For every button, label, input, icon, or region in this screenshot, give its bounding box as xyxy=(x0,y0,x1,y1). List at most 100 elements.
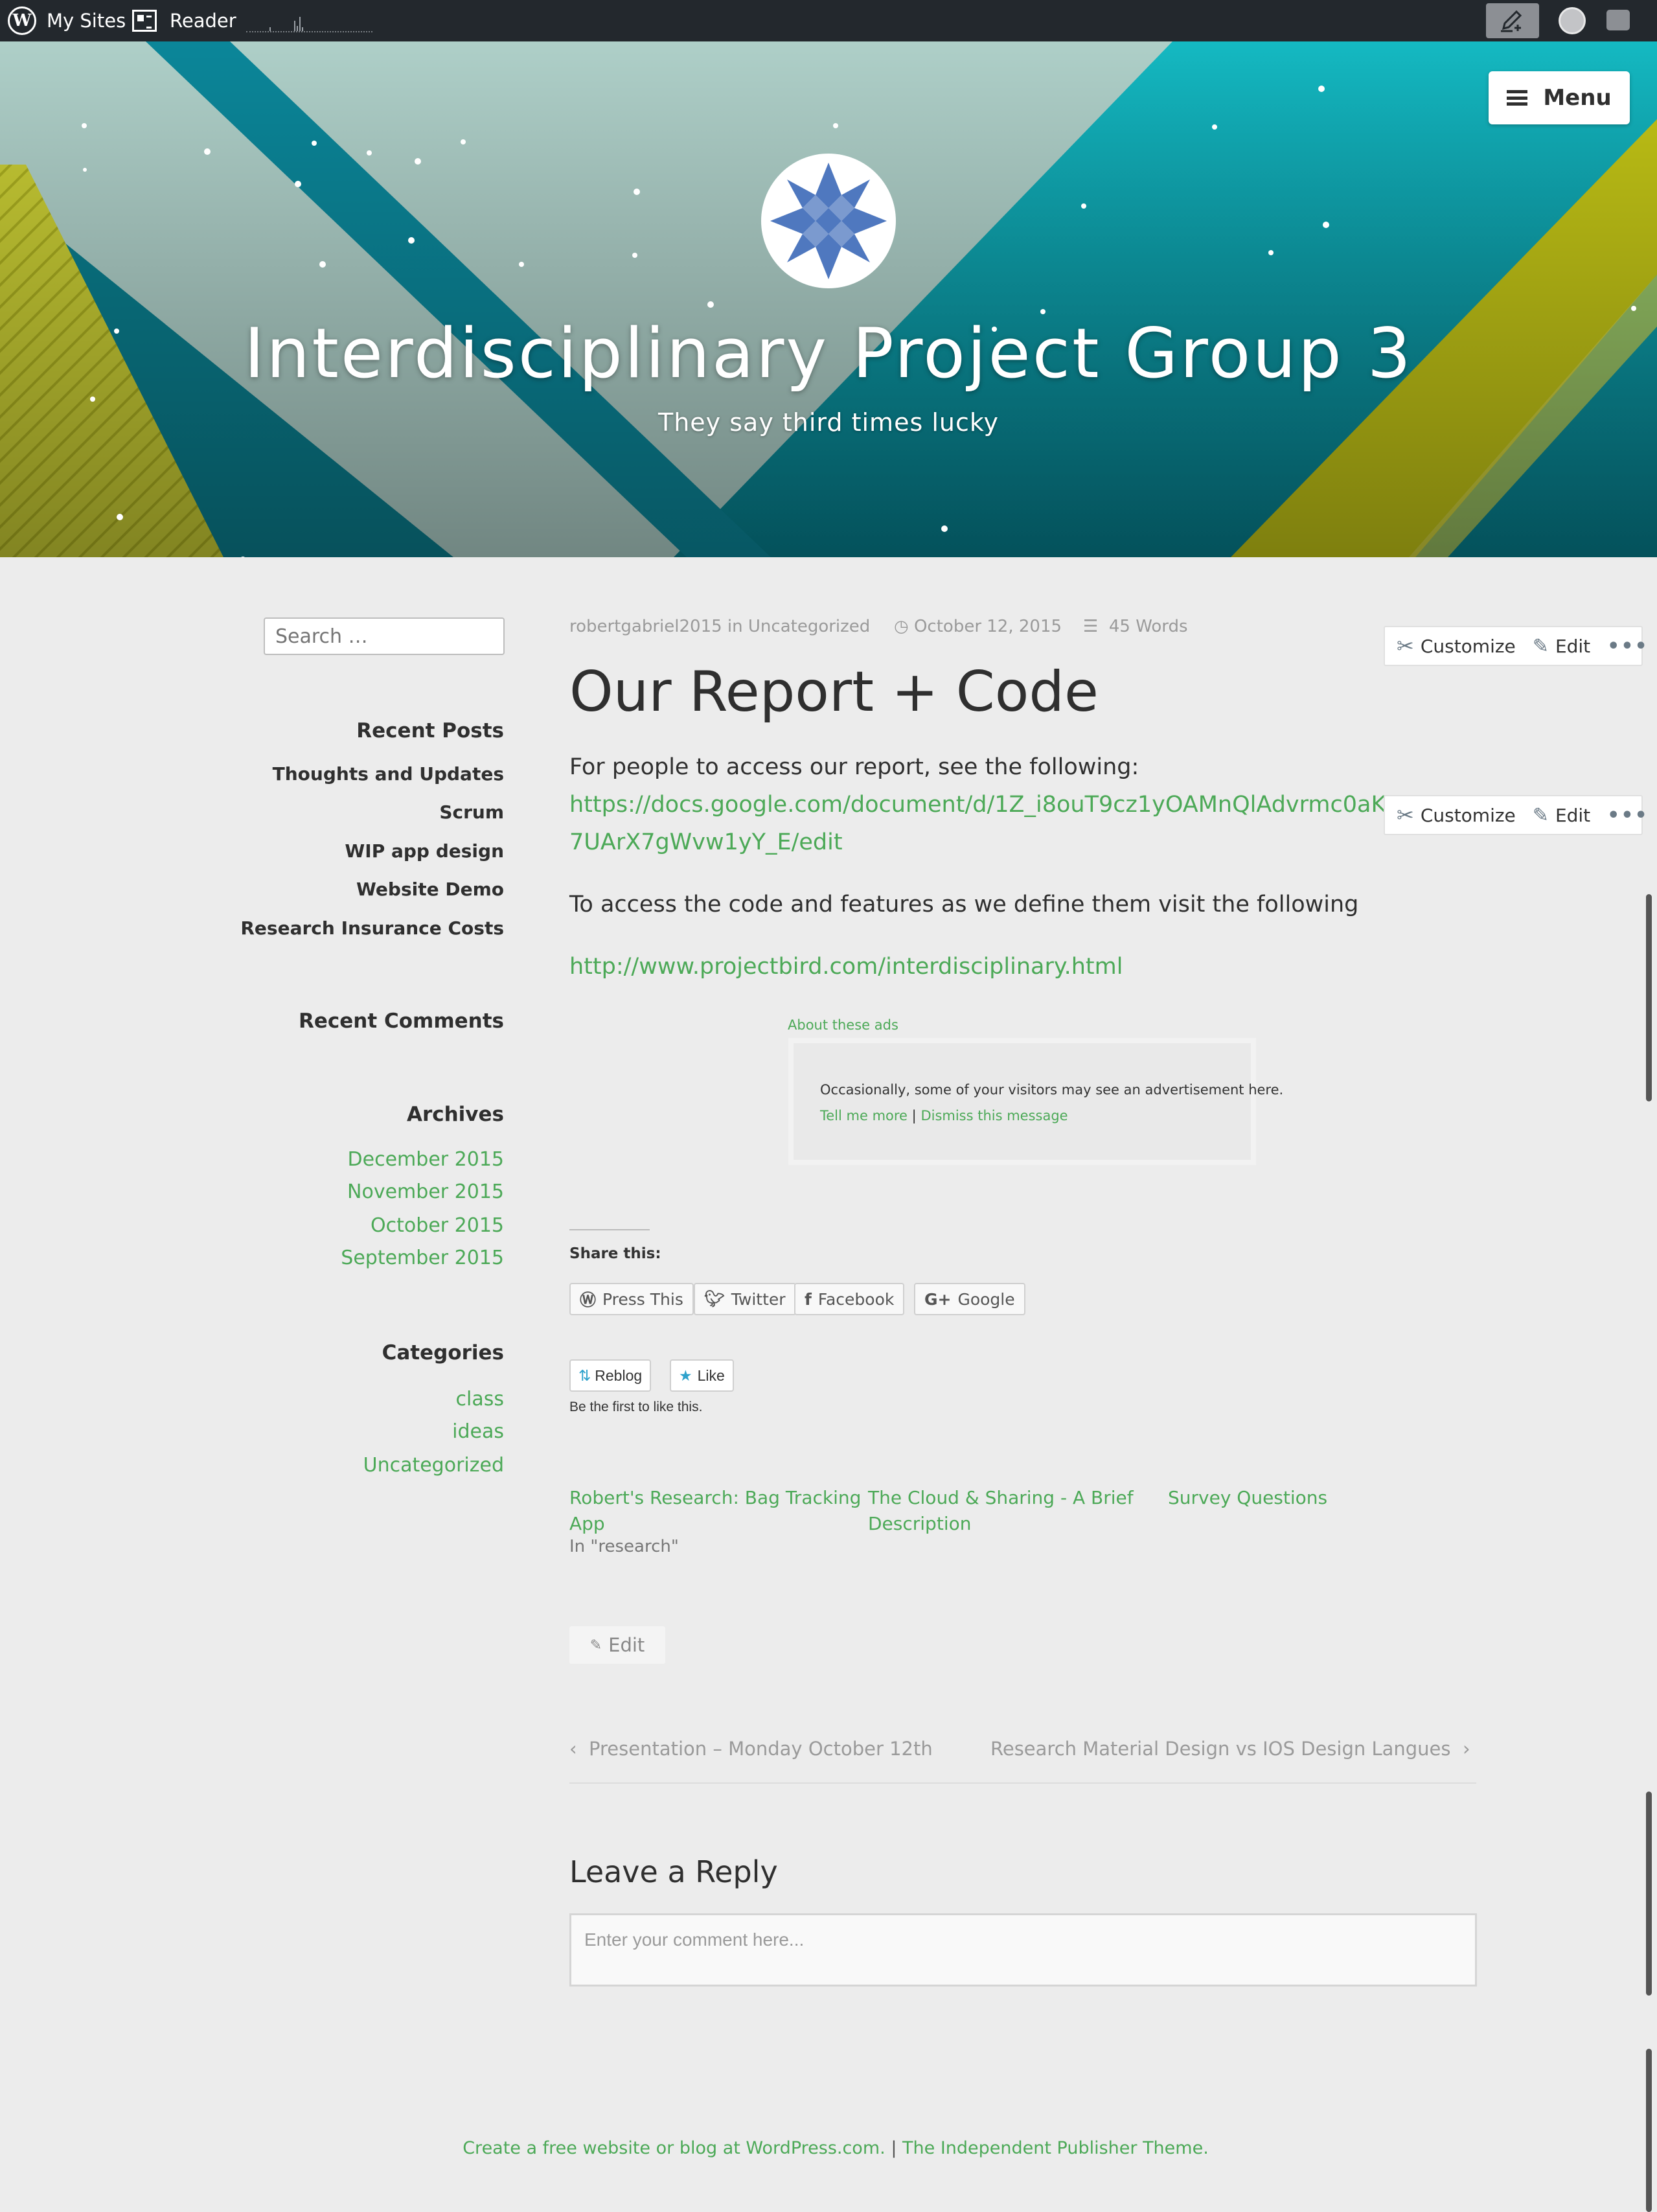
edit-button[interactable]: ✎ Edit xyxy=(1516,635,1590,658)
share-label: Twitter xyxy=(731,1289,786,1309)
scrollbar-thumb[interactable] xyxy=(1646,2049,1652,2212)
share-label: Press This xyxy=(602,1289,683,1309)
pencil-icon: ✎ xyxy=(589,1637,602,1653)
share-label: Facebook xyxy=(817,1289,895,1309)
about-ads-link[interactable]: About these ads xyxy=(788,1017,898,1033)
edit-button[interactable]: ✎ Edit xyxy=(1516,804,1590,827)
edit-label: Edit xyxy=(1555,635,1591,657)
sparkline-graph xyxy=(269,17,303,31)
write-post-button[interactable] xyxy=(1486,3,1539,38)
archive-link[interactable]: December 2015 xyxy=(348,1148,504,1171)
pencil-icon: ✎ xyxy=(1532,634,1549,658)
tell-me-more-link[interactable]: Tell me more xyxy=(820,1108,908,1123)
recent-posts-title: Recent Posts xyxy=(356,719,504,743)
customize-button[interactable]: ✂ Customize xyxy=(1385,634,1516,658)
category-link[interactable]: Uncategorized xyxy=(363,1454,504,1477)
post-paragraph: To access the code and features as we de… xyxy=(569,892,1359,917)
report-link[interactable]: https://docs.google.com/document/d/1Z_i8… xyxy=(569,792,1386,818)
customize-label: Customize xyxy=(1420,635,1516,657)
word-count-text: 45 Words xyxy=(1108,617,1188,636)
wordpress-com-link[interactable]: Create a free website or blog at WordPre… xyxy=(463,2138,886,2158)
share-twitter-button[interactable]: 🐦︎ Twitter xyxy=(694,1283,796,1315)
site-logo[interactable] xyxy=(761,154,896,288)
tools-icon: ✂ xyxy=(1397,634,1414,658)
google-plus-icon: G+ xyxy=(924,1289,952,1309)
nav-divider xyxy=(569,1782,1476,1784)
post-byline: robertgabriel2015 in Uncategorized xyxy=(569,617,870,636)
edit-toolbar: ✂ Customize ✎ Edit ••• xyxy=(1384,795,1647,835)
post-edit-link[interactable]: ✎ Edit xyxy=(569,1626,665,1664)
more-options-icon[interactable]: ••• xyxy=(1607,804,1649,827)
related-post-link[interactable]: Robert's Research: Bag Tracking App xyxy=(569,1485,861,1537)
twitter-icon: 🐦︎ xyxy=(704,1289,725,1308)
archives-title: Archives xyxy=(406,1103,504,1126)
next-post-link[interactable]: Research Material Design vs IOS Design L… xyxy=(990,1738,1470,1760)
recent-post-link[interactable]: Research Insurance Costs xyxy=(240,917,504,939)
author-link[interactable]: robertgabriel2015 xyxy=(569,617,722,636)
ad-notice-text: Occasionally, some of your visitors may … xyxy=(820,1082,1284,1098)
wordpress-icon: Ⓦ xyxy=(580,1291,597,1309)
share-facebook-button[interactable]: f Facebook xyxy=(794,1283,905,1315)
my-sites-button[interactable]: W My Sites xyxy=(8,0,126,41)
code-link[interactable]: http://www.projectbird.com/interdiscipli… xyxy=(569,954,1123,980)
related-post-link[interactable]: Survey Questions xyxy=(1168,1485,1327,1511)
customize-button[interactable]: ✂ Customize xyxy=(1385,803,1516,827)
quilt-star-logo-icon xyxy=(764,156,893,286)
like-button[interactable]: ★ Like xyxy=(670,1359,734,1392)
archive-link[interactable]: November 2015 xyxy=(347,1181,504,1203)
related-post-line: The Cloud & Sharing - A Brief xyxy=(868,1487,1134,1508)
reblog-button[interactable]: ⇅ Reblog xyxy=(569,1359,652,1392)
site-title[interactable]: Interdisciplinary Project Group 3 xyxy=(0,314,1657,393)
more-options-icon[interactable]: ••• xyxy=(1607,635,1649,658)
recent-post-link[interactable]: Thoughts and Updates xyxy=(273,763,504,785)
comment-field[interactable]: Enter your comment here... xyxy=(569,1913,1477,1987)
dismiss-message-link[interactable]: Dismiss this message xyxy=(920,1108,1068,1123)
text-lines-icon: ☰ xyxy=(1083,617,1099,636)
user-avatar-icon[interactable] xyxy=(1559,7,1586,34)
post-paragraph: For people to access our report, see the… xyxy=(569,754,1139,780)
header-background-image xyxy=(0,41,1657,557)
recent-post-link[interactable]: Website Demo xyxy=(356,879,504,900)
category-link[interactable]: class xyxy=(456,1388,504,1411)
search-input[interactable] xyxy=(264,617,505,655)
archive-link[interactable]: September 2015 xyxy=(341,1247,504,1269)
recent-post-link[interactable]: Scrum xyxy=(439,801,504,823)
menu-button[interactable]: Menu xyxy=(1489,71,1630,124)
star-icon: ★ xyxy=(679,1366,692,1384)
footer-separator: | xyxy=(891,2138,897,2158)
categories-title: Categories xyxy=(382,1341,504,1365)
archive-link[interactable]: October 2015 xyxy=(371,1214,504,1237)
my-sites-label: My Sites xyxy=(47,10,126,32)
stats-sparkline[interactable] xyxy=(246,12,372,32)
scrollbar-thumb[interactable] xyxy=(1646,894,1652,1101)
share-press-this-button[interactable]: Ⓦ Press This xyxy=(569,1283,694,1315)
in-word: in xyxy=(727,617,743,636)
pencil-write-icon xyxy=(1501,10,1522,32)
notifications-icon[interactable] xyxy=(1606,10,1630,30)
category-link[interactable]: ideas xyxy=(452,1420,504,1443)
scrollbar-thumb[interactable] xyxy=(1646,1791,1652,1996)
reader-button[interactable]: Reader xyxy=(132,0,236,41)
reblog-icon: ⇅ xyxy=(578,1366,591,1384)
chevron-left-icon: ‹ xyxy=(569,1738,577,1760)
theme-link[interactable]: The Independent Publisher Theme. xyxy=(902,2138,1209,2158)
share-google-button[interactable]: G+ Google xyxy=(914,1283,1025,1315)
ad-notice-links: Tell me more | Dismiss this message xyxy=(820,1108,1068,1123)
site-header: Menu Interdisciplinary Project Group 3 T… xyxy=(0,41,1657,557)
wordpress-logo-icon: W xyxy=(8,6,36,35)
admin-bar: W My Sites Reader xyxy=(0,0,1657,41)
facebook-icon: f xyxy=(805,1289,812,1309)
post-date[interactable]: ◷ October 12, 2015 xyxy=(894,617,1062,636)
previous-post-link[interactable]: ‹ Presentation – Monday October 12th xyxy=(569,1738,933,1760)
hamburger-icon xyxy=(1507,90,1528,106)
chevron-right-icon: › xyxy=(1462,1738,1470,1760)
previous-post-title: Presentation – Monday October 12th xyxy=(589,1738,933,1760)
related-post-line: Robert's Research: Bag Tracking xyxy=(569,1487,862,1508)
related-post-line: Description xyxy=(868,1513,972,1534)
related-post-link[interactable]: The Cloud & Sharing - A Brief Descriptio… xyxy=(868,1485,1134,1537)
recent-post-link[interactable]: WIP app design xyxy=(345,840,504,862)
report-link-continued[interactable]: 7UArX7gWvw1yY_E/edit xyxy=(569,829,843,855)
like-label: Like xyxy=(697,1366,725,1384)
reblog-label: Reblog xyxy=(595,1366,643,1384)
category-meta-link[interactable]: Uncategorized xyxy=(748,617,870,636)
